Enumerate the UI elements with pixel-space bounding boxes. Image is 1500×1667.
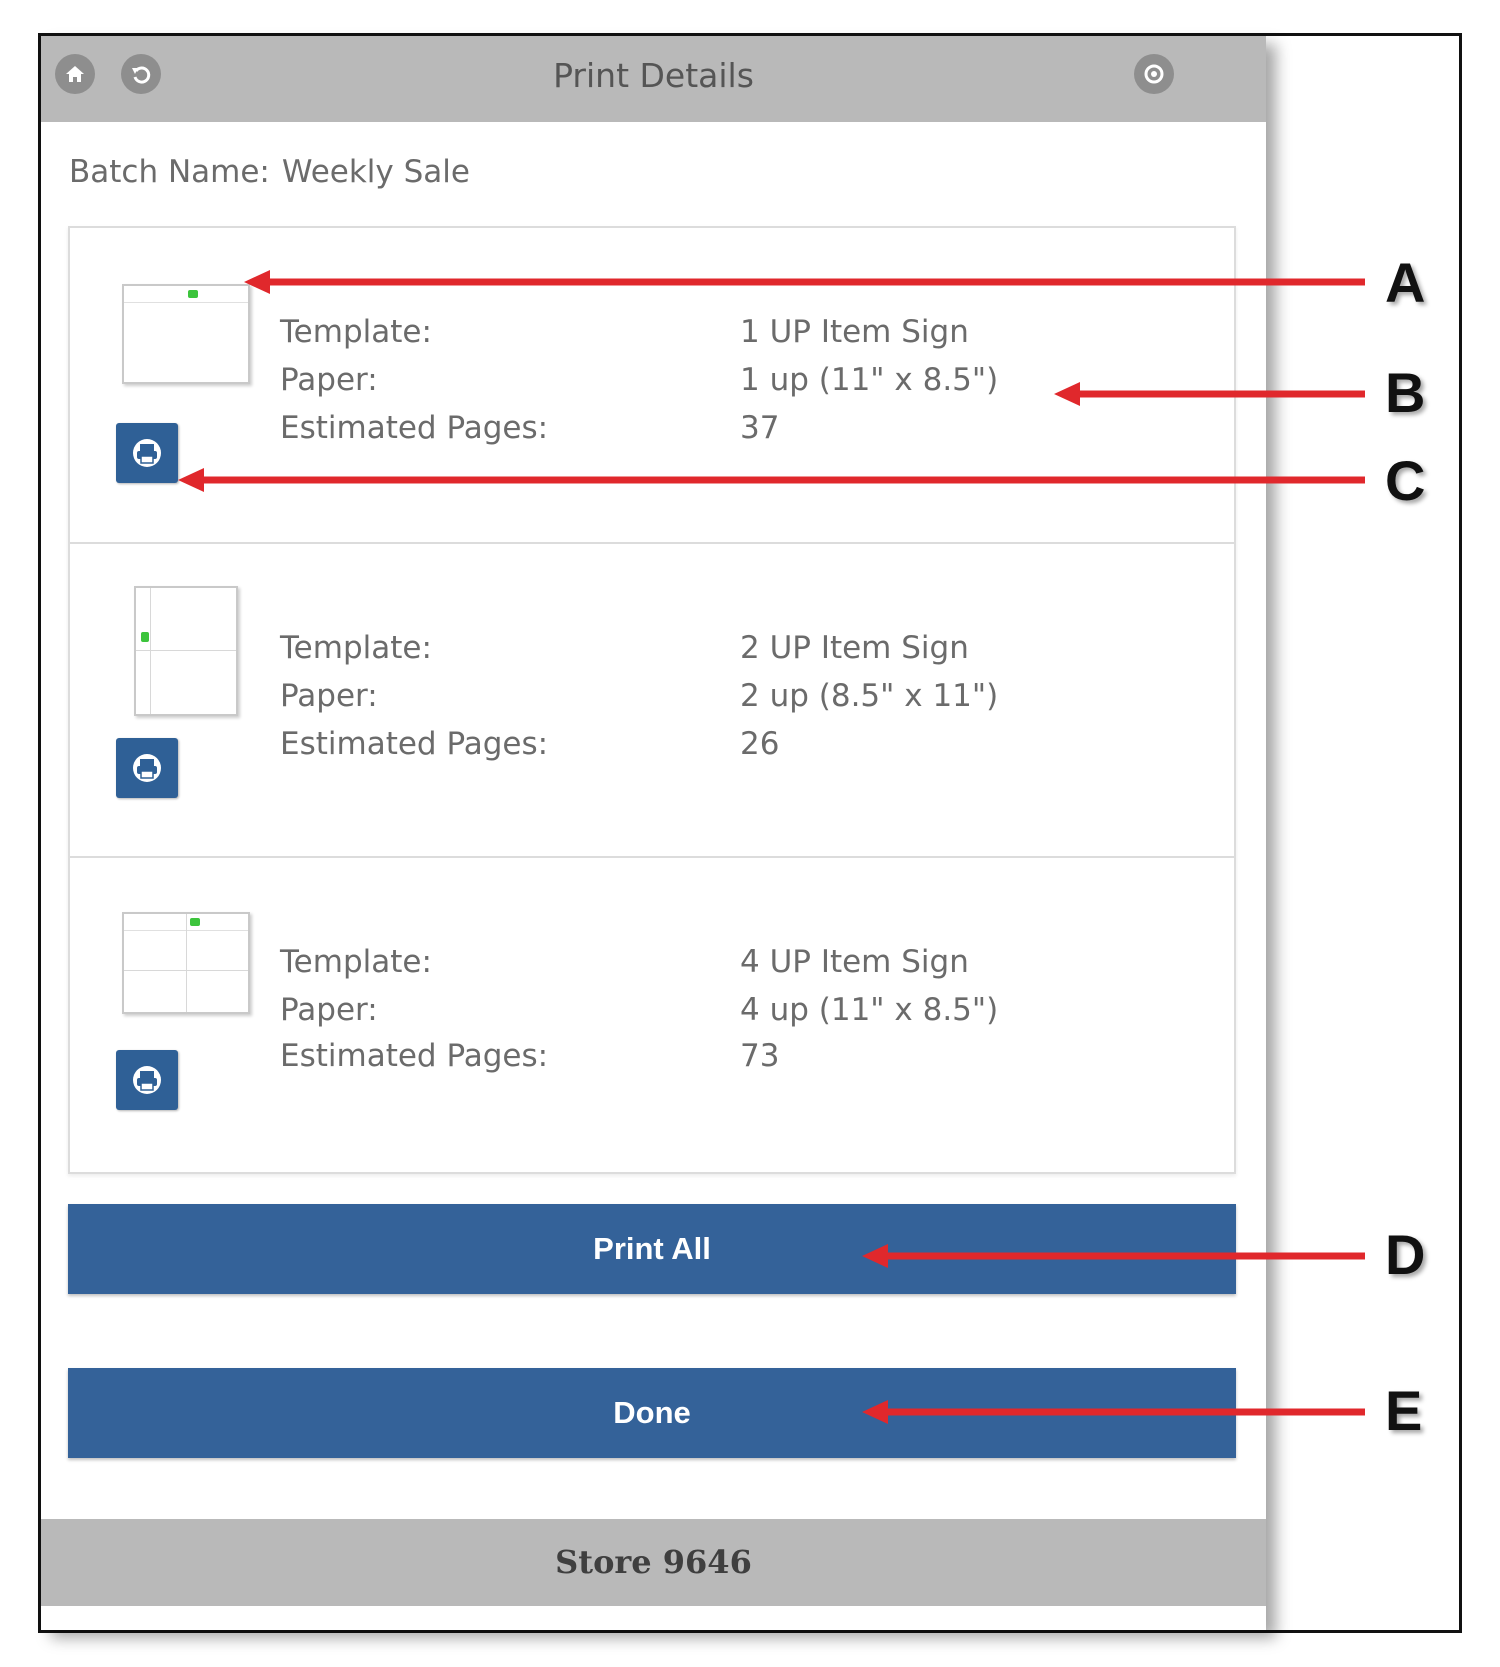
paper-label: Paper: <box>280 992 378 1028</box>
pages-value: 73 <box>740 1038 780 1074</box>
callout-label-b: B <box>1385 361 1426 424</box>
template-thumbnail <box>122 912 250 1014</box>
print-button[interactable] <box>116 738 178 798</box>
print-details-window: Print Details Batch Name: Weekly Sale Tem… <box>41 36 1266 1630</box>
green-marker-icon <box>141 632 149 642</box>
batch-name-value: Weekly Sale <box>281 154 470 190</box>
green-marker-icon <box>190 918 200 926</box>
list-item: Template: Paper: Estimated Pages: 2 UP I… <box>70 542 1234 858</box>
printer-icon <box>133 1066 161 1094</box>
print-button[interactable] <box>116 1050 178 1110</box>
batch-name-label: Batch Name: <box>69 154 270 190</box>
list-item: Template: Paper: Estimated Pages: 4 UP I… <box>70 856 1234 1172</box>
paper-label: Paper: <box>280 362 378 398</box>
template-value: 1 UP Item Sign <box>740 314 969 350</box>
paper-label: Paper: <box>280 678 378 714</box>
template-list: Template: Paper: Estimated Pages: 1 UP I… <box>68 226 1236 1174</box>
template-label: Template: <box>280 944 432 980</box>
done-button[interactable]: Done <box>68 1368 1236 1458</box>
printer-icon <box>133 754 161 782</box>
callout-label-a: A <box>1385 251 1426 314</box>
paper-value: 1 up (11" x 8.5") <box>740 362 999 398</box>
print-all-button[interactable]: Print All <box>68 1204 1236 1294</box>
template-label: Template: <box>280 630 432 666</box>
pages-value: 37 <box>740 410 780 446</box>
store-footer: Store 9646 <box>41 1519 1266 1606</box>
pages-label: Estimated Pages: <box>280 726 549 762</box>
list-item: Template: Paper: Estimated Pages: 1 UP I… <box>70 228 1234 542</box>
title-bar: Print Details <box>41 36 1266 122</box>
green-marker-icon <box>188 290 198 298</box>
template-value: 2 UP Item Sign <box>740 630 969 666</box>
home-icon[interactable] <box>55 54 95 94</box>
pages-label: Estimated Pages: <box>280 410 549 446</box>
callout-label-c: C <box>1385 449 1426 512</box>
paper-value: 4 up (11" x 8.5") <box>740 992 999 1028</box>
template-thumbnail <box>134 586 238 716</box>
pages-label: Estimated Pages: <box>280 1038 549 1074</box>
template-thumbnail <box>122 284 250 384</box>
print-button[interactable] <box>116 423 178 483</box>
callout-label-d: D <box>1385 1223 1426 1286</box>
back-icon[interactable] <box>121 54 161 94</box>
settings-icon[interactable] <box>1134 54 1174 94</box>
batch-name: Batch Name: Weekly Sale <box>69 154 470 190</box>
page-title: Print Details <box>553 56 754 95</box>
template-value: 4 UP Item Sign <box>740 944 969 980</box>
template-label: Template: <box>280 314 432 350</box>
printer-icon <box>133 439 161 467</box>
pages-value: 26 <box>740 726 780 762</box>
callout-label-e: E <box>1385 1379 1423 1442</box>
paper-value: 2 up (8.5" x 11") <box>740 678 999 714</box>
